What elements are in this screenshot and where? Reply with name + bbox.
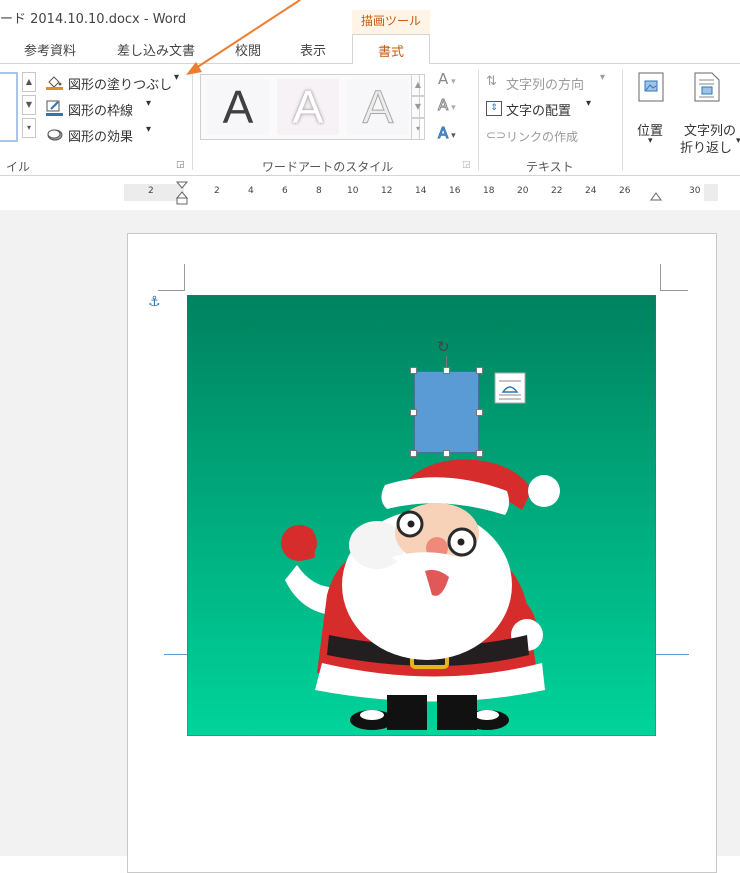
wrap-text-icon	[694, 72, 720, 102]
resize-handle[interactable]	[443, 450, 450, 457]
ruler-tick-label: 6	[282, 186, 288, 196]
chevron-down-icon: ▾	[146, 124, 152, 135]
position-icon	[638, 72, 664, 102]
link-icon: ⊂⊃	[486, 128, 507, 142]
ruler-tick-label: 24	[585, 186, 597, 196]
margin-corner-mark	[660, 264, 688, 291]
text-direction-icon: ⇅	[486, 74, 497, 89]
tab-mailings[interactable]: 差し込み文書	[117, 40, 195, 59]
ruler-tick-label: 12	[381, 186, 393, 196]
shape-effects-button[interactable]: 図形の効果 ▾	[46, 124, 166, 146]
group-divider	[192, 70, 193, 170]
resize-handle[interactable]	[410, 367, 417, 374]
tab-review[interactable]: 校閲	[235, 40, 261, 59]
wrap-text-label-line2: 折り返し	[680, 141, 733, 156]
layout-options-icon[interactable]	[494, 372, 526, 404]
document-page[interactable]: ⚓ ↻	[127, 233, 717, 873]
wordart-sample-outline[interactable]: A	[347, 79, 409, 135]
anchor-icon[interactable]: ⚓	[148, 294, 161, 310]
ribbon: ▲ ▼ ▾ 図形の塗りつぶし ▾ 図形の枠線 ▾ 図形の効果 ▾ イル ◲ A	[0, 64, 740, 176]
shape-outline-label: 図形の枠線	[68, 104, 134, 119]
gallery-scroll-up-button[interactable]: ▲	[22, 72, 36, 92]
wordart-group-label: ワードアートのスタイル	[262, 160, 394, 174]
resize-handle[interactable]	[476, 409, 483, 416]
dialog-launcher-icon[interactable]: ◲	[176, 160, 185, 170]
shape-fill-button[interactable]: 図形の塗りつぶし ▾	[46, 72, 186, 94]
title-bar: ード 2014.10.10.docx - Word 描画ツール	[0, 0, 740, 34]
ruler-tick-label: 20	[517, 186, 529, 196]
ruler-tick-label: 4	[248, 186, 254, 196]
ruler-tick-label: 10	[347, 186, 359, 196]
resize-handle[interactable]	[476, 450, 483, 457]
tab-format[interactable]: 書式	[352, 34, 430, 65]
wordart-more-button[interactable]: ▾	[411, 118, 425, 140]
right-indent-marker[interactable]	[650, 192, 662, 202]
horizontal-ruler[interactable]: 2 2 4 6 8 10 12 14 16 18 20 22 24 26 30	[124, 181, 718, 205]
chevron-down-icon: ▾	[146, 98, 152, 109]
resize-handle[interactable]	[443, 367, 450, 374]
text-outline-icon[interactable]: A ▾	[438, 96, 456, 115]
resize-handle[interactable]	[410, 450, 417, 457]
text-align-icon: ⇕	[486, 101, 502, 116]
ruler-tick-label: 30	[689, 186, 701, 196]
ruler-tick-label: 2	[214, 186, 220, 196]
gallery-scroll-down-button[interactable]: ▼	[22, 95, 36, 115]
resize-handle[interactable]	[476, 367, 483, 374]
ruler-tick-label: 8	[316, 186, 322, 196]
ruler-tick-label: 26	[619, 186, 631, 196]
ruler-tick-label: 2	[148, 186, 154, 196]
shape-style-gallery-edge[interactable]	[0, 72, 18, 142]
wrap-text-button[interactable]: 文字列の 折り返し ▾	[680, 70, 740, 156]
tab-references[interactable]: 参考資料	[24, 40, 76, 59]
shape-styles-group-label: イル	[6, 160, 31, 174]
selected-rectangle-shape[interactable]	[414, 371, 479, 453]
wordart-scroll-down-button[interactable]: ▼	[411, 96, 425, 118]
shape-outline-button[interactable]: 図形の枠線 ▾	[46, 98, 166, 120]
text-align-label: 文字の配置	[506, 104, 572, 119]
drawing-tools-context-label: 描画ツール	[352, 10, 430, 34]
ruler-tick-label: 22	[551, 186, 563, 196]
text-fill-icon[interactable]: A ▾	[438, 70, 456, 88]
chevron-down-icon: ▾	[648, 136, 653, 146]
chevron-down-icon: ▾	[586, 98, 592, 109]
chevron-down-icon: ▾	[600, 72, 606, 83]
group-divider	[622, 70, 623, 170]
margin-corner-mark	[158, 264, 185, 291]
resize-handle[interactable]	[410, 409, 417, 416]
text-align-button[interactable]: ⇕ 文字の配置 ▾	[486, 98, 610, 120]
paint-bucket-icon	[46, 76, 63, 90]
wordart-sample-shadow[interactable]: A	[277, 79, 339, 135]
position-button[interactable]: 位置 ▾	[630, 70, 674, 150]
text-direction-button[interactable]: ⇅ 文字列の方向 ▾	[486, 72, 610, 94]
shape-fill-label: 図形の塗りつぶし	[68, 78, 173, 93]
wordart-sample-plain[interactable]: A	[207, 79, 269, 135]
shape-effects-icon	[47, 129, 63, 141]
wordart-scroll-up-button[interactable]: ▲	[411, 74, 425, 96]
create-link-button[interactable]: ⊂⊃ リンクの作成	[486, 126, 596, 148]
chevron-down-icon: ▾	[736, 136, 740, 146]
create-link-label: リンクの作成	[506, 130, 579, 144]
shape-effects-label: 図形の効果	[68, 130, 134, 145]
santa-picture[interactable]	[187, 295, 656, 736]
chevron-down-icon: ▾	[174, 72, 180, 83]
gallery-more-button[interactable]: ▾	[22, 118, 36, 138]
text-effects-icon[interactable]: A ▾	[438, 124, 456, 143]
ruler-tick-label: 16	[449, 186, 461, 196]
first-line-indent-marker[interactable]	[176, 181, 188, 205]
group-divider	[478, 70, 479, 170]
ribbon-tabs: 参考資料 差し込み文書 校閲 表示 書式	[0, 34, 740, 65]
ruler-tick-label: 18	[483, 186, 495, 196]
tab-view[interactable]: 表示	[300, 40, 326, 59]
window-title: ード 2014.10.10.docx - Word	[0, 12, 187, 27]
text-direction-label: 文字列の方向	[506, 78, 585, 93]
text-group-label: テキスト	[526, 160, 574, 174]
dialog-launcher-icon[interactable]: ◲	[462, 160, 471, 170]
ruler-tick-label: 14	[415, 186, 427, 196]
rotate-handle-icon[interactable]: ↻	[437, 338, 450, 356]
pen-outline-icon	[46, 100, 63, 116]
wordart-style-gallery[interactable]: A A A	[200, 74, 420, 140]
